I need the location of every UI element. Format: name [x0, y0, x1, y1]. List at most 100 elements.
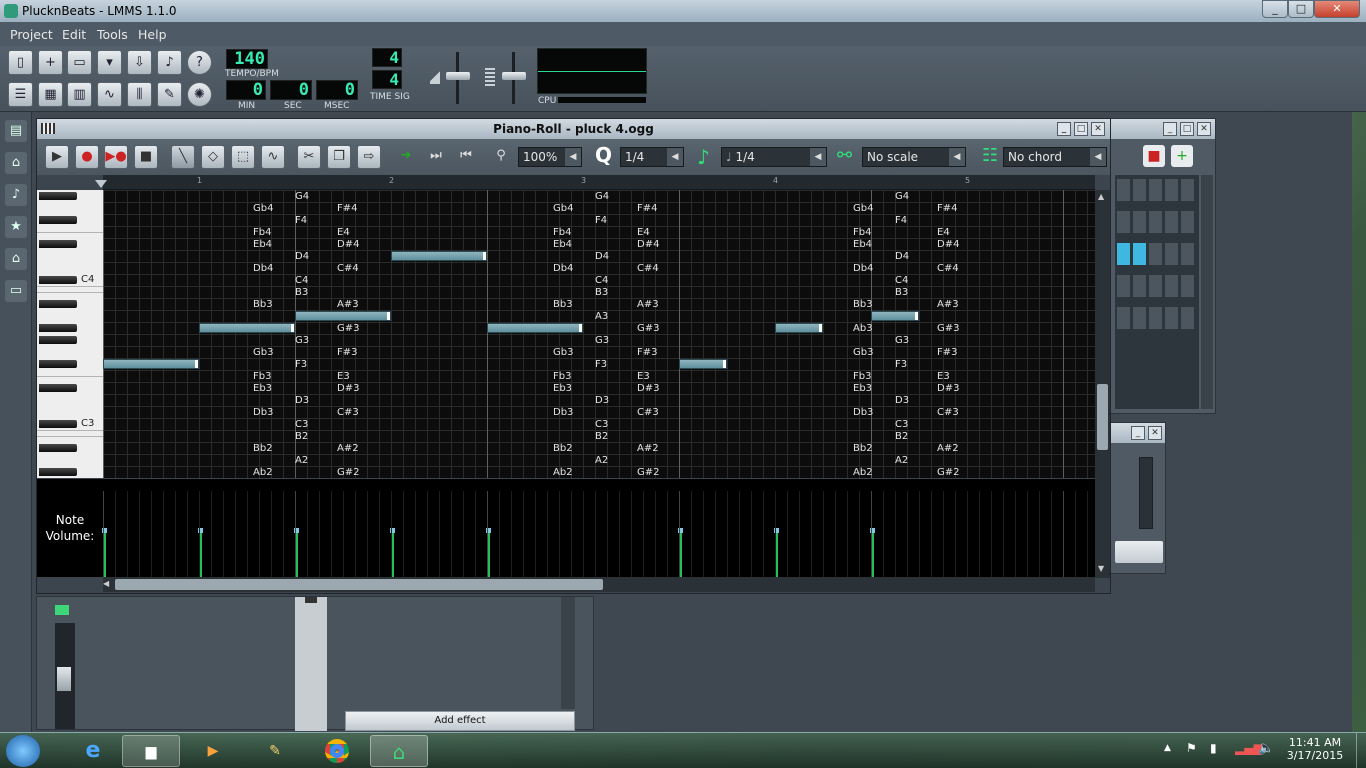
new-project-icon[interactable]: ▯ — [8, 50, 33, 75]
piano-note[interactable] — [871, 311, 919, 321]
quantize-arrow-icon[interactable]: ◀ — [667, 148, 683, 166]
clock[interactable]: 11:41 AM 3/17/2015 — [1280, 736, 1350, 762]
black-key[interactable] — [39, 240, 77, 248]
note-resize-handle[interactable] — [291, 324, 294, 332]
step-button[interactable] — [1181, 179, 1194, 201]
step-button[interactable] — [1149, 179, 1162, 201]
piano-note[interactable] — [775, 323, 823, 333]
menu-project[interactable]: Project — [10, 27, 53, 42]
bb-close-button[interactable]: ✕ — [1197, 122, 1211, 136]
piano-note[interactable] — [295, 311, 391, 321]
close-button[interactable]: ✕ — [1314, 0, 1360, 18]
step-grid[interactable] — [1115, 175, 1199, 409]
step-button[interactable] — [1165, 275, 1178, 297]
scroll-up-icon[interactable]: ▲ — [1098, 192, 1104, 201]
zoom-combo[interactable]: 100% ◀ — [518, 147, 582, 167]
black-key[interactable] — [39, 468, 77, 476]
step-button[interactable] — [1133, 243, 1146, 265]
lmms-taskbar-icon[interactable]: ⌂ — [370, 735, 428, 767]
vertical-scroll-thumb[interactable] — [1097, 384, 1108, 450]
fx-mute-led[interactable] — [55, 605, 69, 615]
bb-maximize-button[interactable]: □ — [1180, 122, 1194, 136]
beat-bassline-icon[interactable]: ▦ — [38, 82, 63, 107]
chord-combo[interactable]: No chord ◀ — [1003, 147, 1107, 167]
horizontal-scrollbar[interactable]: ◀ — [103, 577, 1095, 592]
note-resize-handle[interactable] — [387, 312, 390, 320]
automation-editor-icon[interactable]: ∿ — [97, 82, 122, 107]
select-mode-icon[interactable]: ⬚ — [231, 145, 255, 169]
bb-scrollbar[interactable] — [1201, 175, 1213, 409]
record-icon[interactable]: ● — [75, 145, 99, 169]
menu-edit[interactable]: Edit — [62, 27, 86, 42]
step-button[interactable] — [1181, 307, 1194, 329]
step-button[interactable] — [1117, 243, 1130, 265]
song-editor-icon[interactable]: ☰ — [8, 82, 33, 107]
media-player-icon[interactable]: ▶ — [184, 735, 242, 767]
step-button[interactable] — [1165, 243, 1178, 265]
step-button[interactable] — [1181, 243, 1194, 265]
show-hidden-icons-icon[interactable]: ▲ — [1164, 743, 1171, 753]
note-length-combo[interactable]: ♩ 1/4 ◀ — [721, 147, 827, 167]
horizontal-scroll-thumb[interactable] — [115, 579, 603, 590]
my-presets-icon[interactable]: ★ — [5, 216, 27, 238]
fx-fader[interactable] — [57, 667, 71, 691]
controller-rack-icon[interactable]: ✺ — [187, 82, 212, 107]
step-button[interactable] — [1149, 275, 1162, 297]
pr-close-button[interactable]: ✕ — [1091, 122, 1105, 136]
oscilloscope[interactable] — [537, 48, 647, 94]
step-button[interactable] — [1117, 307, 1130, 329]
black-key[interactable] — [39, 336, 77, 344]
step-button[interactable] — [1149, 307, 1162, 329]
cut-icon[interactable]: ✂ — [297, 145, 321, 169]
new-from-template-icon[interactable]: + — [38, 50, 63, 75]
note-grid[interactable]: G4Gb4F#4F4Fb4E4Eb4D#4D4Db4C#4C4B3Bb3A#3A… — [103, 190, 1095, 478]
paint-icon[interactable]: ✎ — [246, 735, 304, 767]
master-volume-slider[interactable] — [446, 72, 470, 80]
step-button[interactable] — [1133, 211, 1146, 233]
step-button[interactable] — [1181, 275, 1194, 297]
scale-arrow-icon[interactable]: ◀ — [949, 148, 965, 166]
step-button[interactable] — [1165, 211, 1178, 233]
black-key[interactable] — [39, 384, 77, 392]
my-projects-icon[interactable]: ⌂ — [5, 152, 27, 174]
step-button[interactable] — [1117, 179, 1130, 201]
record-while-playing-icon[interactable]: ▶● — [104, 145, 128, 169]
remove-steps-icon[interactable]: ■ — [1143, 145, 1165, 167]
note-volume-area[interactable] — [37, 479, 1100, 577]
chrome-icon[interactable] — [308, 735, 366, 767]
step-button[interactable] — [1133, 179, 1146, 201]
black-key[interactable] — [39, 360, 77, 368]
inst-button[interactable] — [1115, 541, 1163, 563]
note-length-arrow-icon[interactable]: ◀ — [810, 148, 826, 166]
note-resize-handle[interactable] — [579, 324, 582, 332]
step-button[interactable] — [1117, 275, 1130, 297]
file-explorer-icon[interactable]: ▆ — [122, 735, 180, 767]
note-resize-handle[interactable] — [483, 252, 486, 260]
inst-scrollbar[interactable] — [1139, 457, 1153, 529]
inst-minimize-button[interactable]: _ — [1131, 426, 1145, 440]
step-button[interactable] — [1165, 307, 1178, 329]
note-resize-handle[interactable] — [819, 324, 822, 332]
piano-note[interactable] — [199, 323, 295, 333]
step-button[interactable] — [1165, 179, 1178, 201]
draw-mode-icon[interactable]: ╲ — [171, 145, 195, 169]
black-key[interactable] — [39, 276, 77, 284]
scale-combo[interactable]: No scale ◀ — [862, 147, 966, 167]
menu-tools[interactable]: Tools — [97, 27, 128, 42]
piano-note[interactable] — [391, 251, 487, 261]
start-button[interactable] — [6, 735, 40, 767]
zoom-arrow-icon[interactable]: ◀ — [565, 148, 581, 166]
step-button[interactable] — [1117, 211, 1130, 233]
erase-mode-icon[interactable]: ◇ — [201, 145, 225, 169]
detune-mode-icon[interactable]: ∿ — [261, 145, 285, 169]
timeline-ruler[interactable]: 1 2 3 4 5 — [95, 175, 1095, 190]
instrument-plugins-icon[interactable]: ▤ — [5, 120, 27, 142]
step-button[interactable] — [1133, 307, 1146, 329]
root-directory-icon[interactable]: ▭ — [5, 280, 27, 302]
tempo-display[interactable]: 140 — [226, 49, 268, 69]
save-project-icon[interactable]: ⇩ — [127, 50, 152, 75]
step-button[interactable] — [1149, 243, 1162, 265]
note-resize-handle[interactable] — [723, 360, 726, 368]
add-steps-icon[interactable]: + — [1171, 145, 1193, 167]
step-button[interactable] — [1133, 275, 1146, 297]
